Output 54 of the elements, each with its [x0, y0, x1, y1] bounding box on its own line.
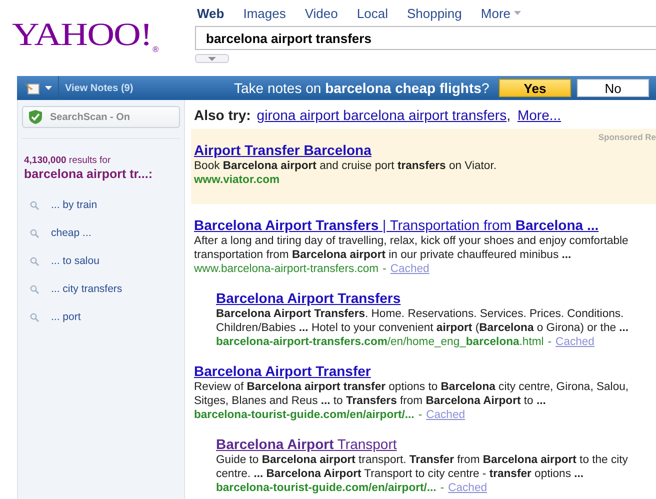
- result-url: barcelona-tourist-guide.com/en/airport/...: [194, 409, 414, 421]
- search-icon: [30, 256, 39, 266]
- nav-tab[interactable]: Video: [304, 6, 338, 20]
- view-notes-link[interactable]: View Notes (9): [59, 82, 224, 94]
- result-url: www.barcelona-airport-transfers.com: [194, 263, 379, 275]
- search-icon: [30, 312, 39, 322]
- separator: -: [440, 482, 444, 494]
- notepad-icon[interactable]: [23, 81, 41, 95]
- dropdown-button[interactable]: [195, 54, 229, 63]
- search-icon: [30, 284, 39, 294]
- nav-tab[interactable]: Local: [356, 6, 388, 20]
- result-snippet: Guide to Barcelona airport transport. Transfer from Barcelona airport to the city centre. ... Barcelona Airport Transport to city centre - transfer options ...: [216, 453, 629, 481]
- caret-icon: [208, 56, 216, 60]
- suggestion-link[interactable]: ... by train: [22, 191, 104, 219]
- yes-button[interactable]: Yes: [499, 79, 571, 97]
- also-try-label: Also try:: [194, 107, 251, 123]
- result-snippet: Barcelona Airport Transfers. Home. Reservations. Services. Prices. Conditions. Children/Babies ... Hotel to your convenient airport (Barcelona o Girona) or the ...: [216, 307, 630, 335]
- separator: ,: [506, 107, 510, 123]
- nav-tab[interactable]: Web: [197, 6, 224, 20]
- notes-prompt: Take notes on barcelona cheap flights?: [234, 80, 490, 96]
- sponsored-label: Sponsored Re: [597, 132, 656, 142]
- suggestion-link[interactable]: cheap ...: [22, 219, 98, 247]
- yahoo-logo[interactable]: YAHOO!: [12, 18, 152, 52]
- query-text: barcelona airport tr...:: [24, 167, 154, 181]
- result-snippet: Book Barcelona airport and cruise port transfers on Viator.: [194, 159, 498, 173]
- result-snippet: After a long and tiring day of travelling, relax, kick off your shoes and enjoy comfortable transportation from Barcelona airport in our private chauffeured minibus ...: [194, 234, 630, 262]
- shield-check-icon: [29, 110, 42, 124]
- result-count: 4,130,000 results for: [24, 155, 112, 166]
- nav-tab[interactable]: Images: [243, 6, 286, 20]
- nav-tab[interactable]: More: [480, 6, 521, 20]
- registered-mark: ®: [152, 46, 159, 54]
- no-button[interactable]: No: [577, 79, 649, 97]
- result-title-link[interactable]: Barcelona Airport Transfer: [194, 363, 371, 379]
- suggestion-link[interactable]: girona airport barcelona airport transfers: [256, 107, 507, 123]
- separator: -: [418, 409, 422, 421]
- suggestion-link[interactable]: ... to salou: [22, 247, 106, 275]
- suggestion-link[interactable]: ... city transfers: [22, 275, 128, 303]
- search-icon: [30, 228, 39, 238]
- result-snippet: Review of Barcelona airport transfer options to Barcelona city centre, Girona, Salou, Sitges, Blanes and Reus ... to Transfers from Barcelona Airport to ...: [194, 380, 630, 408]
- suggestion-link[interactable]: ... port: [22, 303, 87, 331]
- search-field[interactable]: barcelona airport transfers: [195, 26, 656, 50]
- caret-icon[interactable]: [45, 86, 52, 90]
- result-url: barcelona-airport-transfers.com/en/home_eng_barcelona.html: [216, 336, 544, 348]
- result-url: barcelona-tourist-guide.com/en/airport/...: [216, 482, 436, 494]
- search-icon: [30, 200, 39, 210]
- result-title-link[interactable]: Barcelona Airport Transfers | Transportation from Barcelona ...: [194, 217, 599, 233]
- result-title-link[interactable]: Airport Transfer Barcelona: [194, 142, 372, 158]
- result-title-link[interactable]: Barcelona Airport Transport: [216, 436, 397, 452]
- separator: -: [382, 263, 386, 275]
- separator: -: [548, 336, 552, 348]
- result-url: www.viator.com: [194, 173, 281, 188]
- result-title-link[interactable]: Barcelona Airport Transfers: [216, 290, 401, 306]
- nav-tab[interactable]: Shopping: [406, 6, 462, 20]
- more-link[interactable]: More...: [517, 107, 562, 123]
